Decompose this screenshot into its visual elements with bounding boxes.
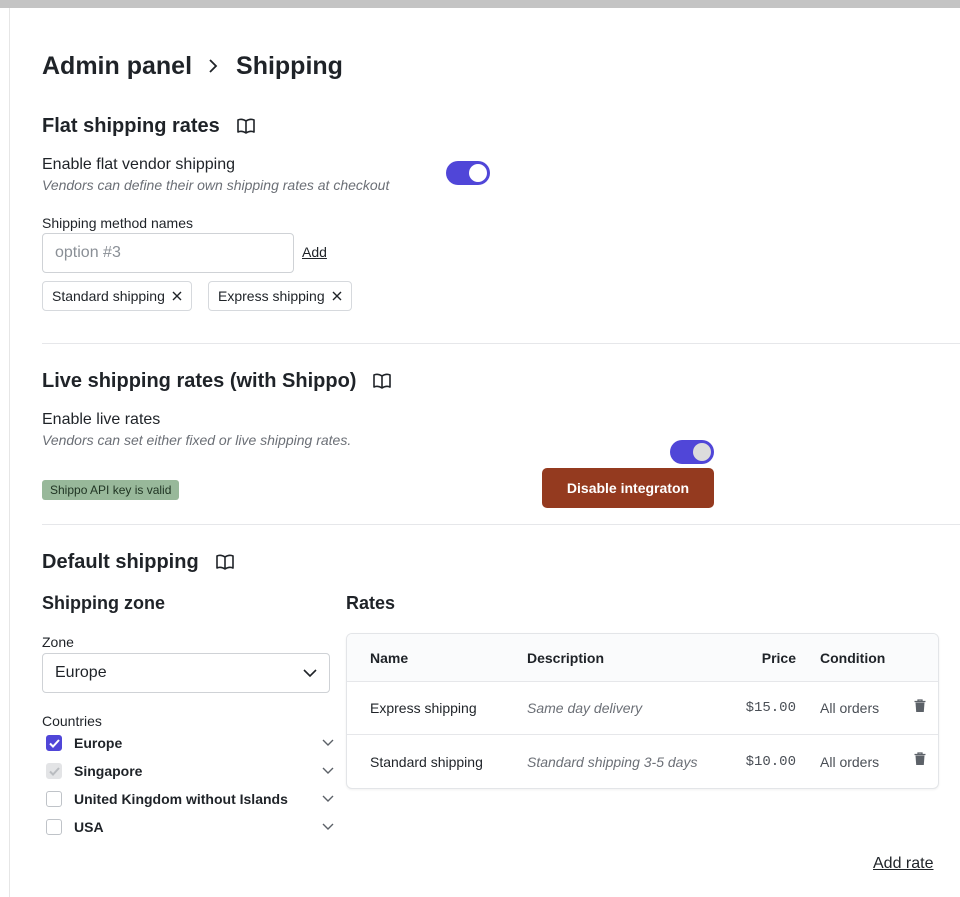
live-rates-toggle[interactable] (670, 440, 714, 464)
country-name: USA (74, 819, 104, 835)
add-method-button[interactable]: Add (302, 244, 327, 260)
column-header-condition: Condition (820, 649, 886, 666)
flat-title-text: Flat shipping rates (42, 114, 220, 137)
live-section-title: Live shipping rates (with Shippo) (42, 369, 392, 393)
default-section-title: Default shipping (42, 550, 235, 574)
country-name: Europe (74, 735, 123, 751)
countries-label: Countries (42, 713, 102, 729)
rates-table: Name Description Price Condition Express… (346, 633, 939, 789)
zone-label: Zone (42, 634, 74, 650)
trash-icon[interactable] (914, 682, 926, 734)
chevron-down-icon (303, 668, 317, 678)
rate-condition: All orders (820, 753, 880, 770)
chevron-down-icon[interactable] (322, 739, 334, 747)
rate-name: Standard shipping (370, 753, 483, 770)
chevron-down-icon[interactable] (322, 795, 334, 803)
rates-title: Rates (346, 593, 396, 613)
disable-integration-button[interactable]: Disable integraton (542, 468, 714, 508)
rate-description: Same day delivery (527, 700, 643, 716)
checkbox[interactable] (46, 791, 62, 807)
rate-description: Standard shipping 3-5 days (527, 753, 698, 770)
method-chip: Express shipping (208, 281, 352, 311)
breadcrumb-root[interactable]: Admin panel (42, 52, 192, 81)
live-title-text: Live shipping rates (with Shippo) (42, 369, 357, 392)
zone-select[interactable]: Europe (42, 653, 330, 693)
table-row[interactable]: Standard shipping Standard shipping 3-5 … (347, 735, 938, 788)
rate-price: $15.00 (745, 700, 796, 716)
rate-condition: All orders (820, 700, 880, 716)
book-icon[interactable] (236, 117, 256, 135)
flat-enable-text: Enable flat vendor shipping Vendors can … (42, 156, 389, 193)
default-title-text: Default shipping (42, 550, 199, 573)
checkbox (46, 763, 62, 779)
page-title: Shipping (236, 51, 343, 80)
live-enable-hint: Vendors can set either fixed or live shi… (42, 432, 352, 448)
country-name: United Kingdom without Islands (74, 791, 288, 807)
trash-icon[interactable] (914, 735, 926, 788)
flat-shipping-toggle[interactable] (446, 161, 490, 185)
chip-label: Standard shipping (52, 288, 165, 304)
zone-select-value: Europe (55, 664, 107, 681)
checkbox[interactable] (46, 735, 62, 751)
country-name: Singapore (74, 763, 143, 779)
window-top-bar (0, 0, 960, 8)
rate-price: $10.00 (745, 753, 796, 770)
flat-enable-hint: Vendors can define their own shipping ra… (42, 177, 390, 193)
live-enable-text: Enable live rates Vendors can set either… (42, 411, 351, 448)
section-divider (42, 524, 960, 525)
toggle-knob (469, 164, 487, 182)
table-header: Name Description Price Condition (347, 634, 938, 682)
table-row[interactable]: Express shipping Same day delivery $15.0… (347, 682, 938, 735)
chip-label: Express shipping (218, 288, 325, 304)
method-name-input[interactable] (42, 233, 294, 273)
live-enable-label: Enable live rates (42, 411, 161, 428)
sidebar-border (9, 8, 10, 897)
close-icon[interactable] (171, 290, 183, 302)
toggle-knob (693, 443, 711, 461)
book-icon[interactable] (215, 553, 235, 571)
flat-section-title: Flat shipping rates (42, 114, 256, 138)
chevron-down-icon[interactable] (322, 767, 334, 775)
shipping-zone-title: Shipping zone (42, 593, 165, 613)
flat-enable-label: Enable flat vendor shipping (42, 156, 236, 173)
column-header-description: Description (527, 649, 605, 666)
chevron-down-icon[interactable] (322, 823, 334, 831)
breadcrumb: Admin panel Shipping (42, 50, 343, 82)
country-row-uk[interactable]: United Kingdom without Islands (46, 789, 334, 809)
rate-name: Express shipping (370, 700, 477, 716)
status-badge: Shippo API key is valid (42, 480, 180, 500)
book-icon[interactable] (372, 372, 392, 390)
country-row-usa[interactable]: USA (46, 817, 334, 837)
column-header-price: Price (761, 649, 796, 666)
country-row-europe[interactable]: Europe (46, 733, 334, 753)
method-names-label: Shipping method names (42, 215, 193, 231)
chevron-right-icon (208, 59, 218, 73)
section-divider (42, 343, 960, 344)
method-chip: Standard shipping (42, 281, 192, 311)
country-row-singapore[interactable]: Singapore (46, 761, 334, 781)
close-icon[interactable] (331, 290, 343, 302)
add-rate-button[interactable]: Add rate (873, 855, 933, 873)
checkbox[interactable] (46, 819, 62, 835)
column-header-name: Name (370, 649, 409, 666)
